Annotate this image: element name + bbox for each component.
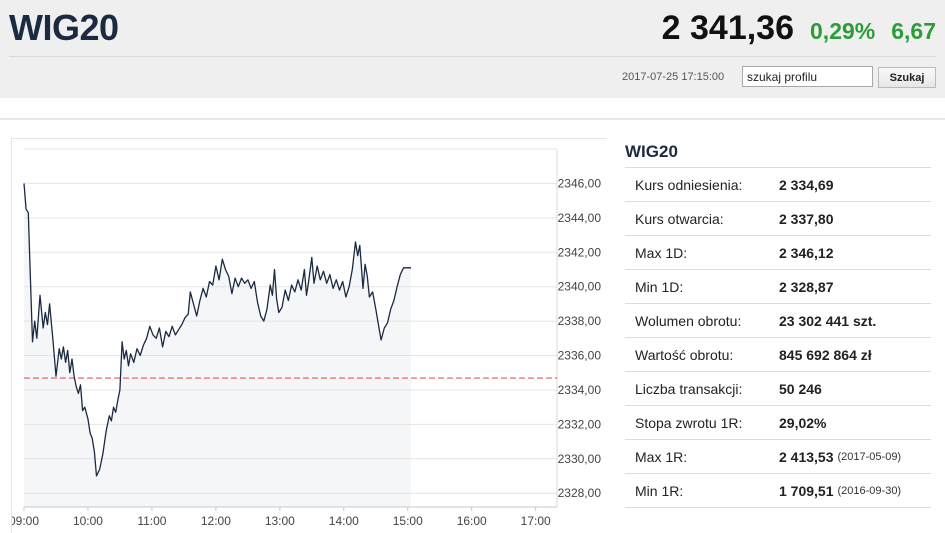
stat-value: 845 692 864 zł [779, 346, 872, 363]
stat-label: Min 1D: [635, 278, 684, 295]
quote-summary: 2 341,36 0,29% 6,67 [662, 8, 936, 48]
x-tick-label: 10:00 [73, 514, 103, 528]
stat-label: Stopa zwrotu 1R: [635, 414, 743, 431]
x-tick-label: 12:00 [201, 514, 231, 528]
stat-label: Kurs otwarcia: [635, 210, 724, 227]
x-tick-label: 13:00 [265, 514, 295, 528]
stat-date: (2016-09-30) [837, 484, 902, 497]
stats-row: Kurs odniesienia: 2 334,69 [625, 168, 931, 202]
x-tick-label: 17:00 [521, 514, 551, 528]
y-tick-label: 2340,00 [558, 280, 602, 294]
x-tick-label: 16:00 [457, 514, 487, 528]
stats-row: Max 1R: 2 413,53 (2017-05-09) [625, 440, 931, 474]
y-tick-label: 2330,00 [558, 452, 602, 466]
y-tick-label: 2328,00 [558, 486, 602, 500]
stats-row: Stopa zwrotu 1R: 29,02% [625, 406, 931, 440]
stat-value: 1 709,51 [779, 482, 834, 499]
stats-panel: WIG20 Kurs odniesienia: 2 334,69 Kurs otw… [625, 138, 931, 508]
x-tick-label: 11:00 [137, 514, 166, 528]
search-button[interactable]: Szukaj [878, 67, 936, 88]
stat-value: 2 346,12 [779, 244, 834, 261]
stat-date: (2017-05-09) [837, 450, 902, 463]
stats-row: Liczba transakcji: 50 246 [625, 372, 931, 406]
y-tick-label: 2346,00 [558, 176, 602, 190]
stat-label: Max 1R: [635, 448, 688, 465]
stat-value: 23 302 441 szt. [779, 312, 877, 329]
y-tick-label: 2342,00 [558, 245, 602, 259]
x-tick-label: 09:00 [12, 514, 39, 528]
stats-row: Min 1D: 2 328,87 [625, 270, 931, 304]
stat-label: Liczba transakcji: [635, 380, 743, 397]
stat-value: 2 413,53 [779, 448, 834, 465]
stats-row: Kurs otwarcia: 2 337,80 [625, 202, 931, 236]
profile-search-input[interactable] [742, 66, 873, 87]
y-tick-label: 2334,00 [558, 383, 602, 397]
quote-timestamp: 2017-07-25 17:15:00 [622, 71, 725, 83]
y-tick-label: 2344,00 [558, 211, 602, 225]
x-tick-label: 15:00 [393, 514, 423, 528]
stat-value: 29,02% [779, 414, 827, 431]
stat-label: Min 1R: [635, 482, 684, 499]
stat-label: Kurs odniesienia: [635, 176, 743, 193]
chart-svg: 2346,00 2344,00 2342,00 2340,00 2338,00 2336,… [12, 148, 602, 528]
stat-value: 50 246 [779, 380, 822, 397]
x-tick-label: 14:00 [329, 514, 359, 528]
stat-value: 2 334,69 [779, 176, 834, 193]
page-title: WIG20 [9, 7, 119, 48]
y-tick-label: 2336,00 [558, 349, 602, 363]
stats-row: Max 1D: 2 346,12 [625, 236, 931, 270]
stats-row: Wartość obrotu: 845 692 864 zł [625, 338, 931, 372]
stat-label: Wolumen obrotu: [635, 312, 742, 329]
change-absolute: 6,67 [891, 18, 936, 44]
stat-label: Max 1D: [635, 244, 688, 261]
change-percent: 0,29% [810, 18, 876, 44]
section-divider [0, 118, 945, 120]
y-tick-label: 2338,00 [558, 314, 602, 328]
y-tick-label: 2332,00 [558, 417, 602, 431]
intraday-chart: 2346,00 2344,00 2342,00 2340,00 2338,00 2336,… [11, 138, 607, 533]
page-header: WIG20 2 341,36 0,29% 6,67 2017-07-25 17:… [0, 0, 945, 98]
header-divider [9, 56, 936, 57]
current-price: 2 341,36 [661, 9, 795, 47]
stats-row: Min 1R: 1 709,51 (2016-09-30) [625, 474, 931, 508]
stat-label: Wartość obrotu: [635, 346, 734, 363]
stat-value: 2 328,87 [779, 278, 834, 295]
stats-row: Wolumen obrotu: 23 302 441 szt. [625, 304, 931, 338]
stats-title: WIG20 [625, 138, 931, 168]
stat-value: 2 337,80 [779, 210, 834, 227]
